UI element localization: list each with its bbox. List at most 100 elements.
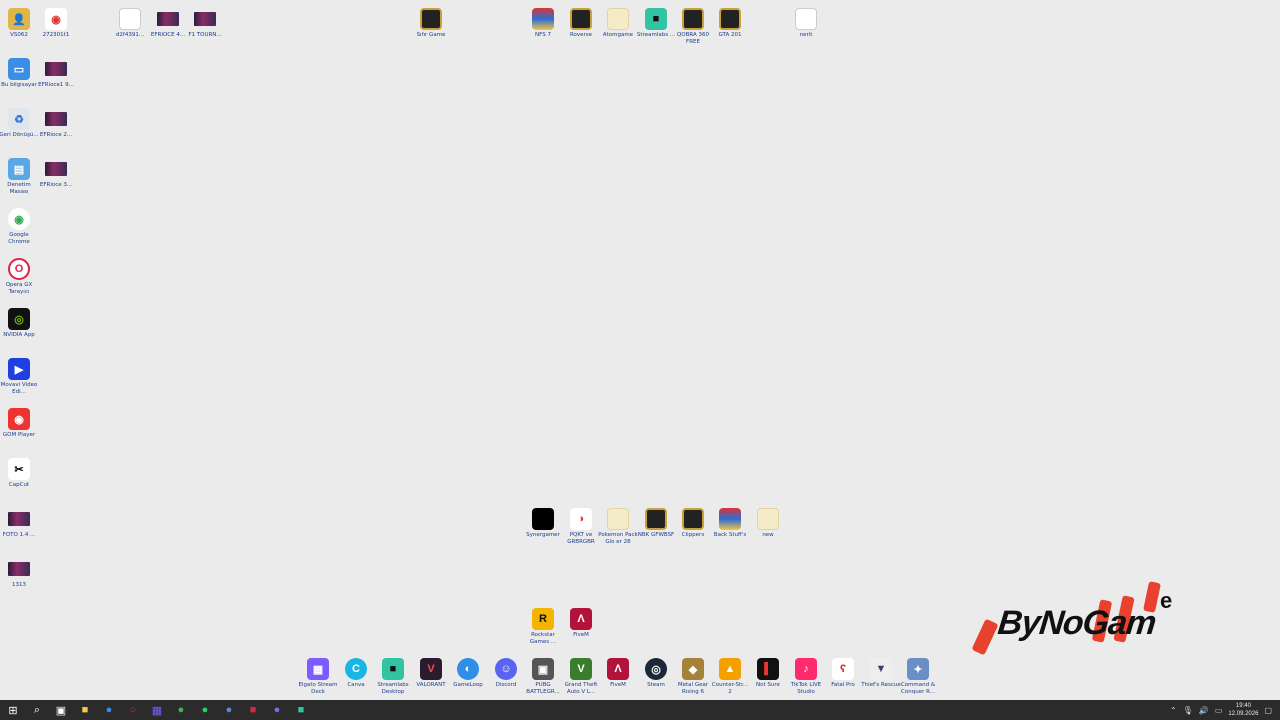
cs2-icon: ▲ (719, 658, 741, 680)
desktop-icon-chrome[interactable]: ◉ Google Chrome (0, 208, 38, 245)
desktop-icon-folder-dark[interactable]: Clippers (674, 508, 712, 539)
taskbar-chrome-button[interactable]: ● (170, 700, 192, 720)
desktop-icon-gom[interactable]: ◉ GOM Player (0, 408, 38, 439)
taskbar-taskview-button[interactable]: ▣ (50, 700, 72, 720)
desktop-icon-thumb[interactable]: EFRioce 3... (37, 158, 75, 189)
clock[interactable]: 19:40 12.09.2026 (1228, 702, 1258, 718)
taskbar-discord-button[interactable]: ● (266, 700, 288, 720)
desktop-icon-cs2[interactable]: ▲ Counter-Str... 2 (711, 658, 749, 695)
taskbar-start-button[interactable]: ⊞ (2, 700, 24, 720)
desktop-icon-folder-dark[interactable]: Sıfır Game (412, 8, 450, 39)
desktop-icon-mgr[interactable]: ◆ Metal Gear Rising 6 (674, 658, 712, 695)
destiny-icon: ▼ (870, 658, 892, 680)
taskbar-streamlabs-button[interactable]: ■ (290, 700, 312, 720)
desktop-icon-thumb[interactable]: EFRIOCE 4... (149, 8, 187, 39)
desktop-icon-destiny[interactable]: ▼ Thief's Rescue (861, 658, 901, 689)
desktop-icon-thumb[interactable]: EFRioce 2... (37, 108, 75, 139)
desktop-icon-recycle[interactable]: ♻ Geri Dönüşü... (0, 108, 39, 139)
desktop-icon-rockstar[interactable]: R Rockstar Games ... (524, 608, 562, 645)
doc-icon: ▬ (119, 8, 141, 30)
desktop-icon-thumb[interactable]: F1 TOURN... (186, 8, 224, 39)
microphone-icon[interactable]: 🎙 (1183, 706, 1193, 715)
network-icon[interactable]: ▭ (1215, 706, 1223, 715)
bynogame-logo: ByNoGam e (968, 581, 1188, 660)
desktop-icon-doc[interactable]: ▬ d2f4391... (111, 8, 149, 39)
desktop-icon-canva[interactable]: C Canva (337, 658, 375, 689)
taskbar-spotify-button[interactable]: ● (194, 700, 216, 720)
desktop-icon-label: Thief's Rescue (861, 682, 901, 688)
desktop-icon-pubg[interactable]: ▣ PUBG BATTLEGR... (524, 658, 562, 695)
desktop-icon-label: Streamlabs Desktop (377, 682, 409, 695)
desktop-icon-folder-pale[interactable]: Atomgame (599, 8, 637, 39)
desktop-icon-roblox[interactable]: ▌ Not Sure (749, 658, 787, 689)
desktop-icon-black[interactable]: Synergamer (524, 508, 562, 539)
desktop-icon-streamlabs[interactable]: ■ Streamlabs ... (637, 8, 675, 39)
black-icon (532, 508, 554, 530)
desktop-icon-folder-color[interactable]: Back Stuff's (711, 508, 749, 539)
desktop-icon-cnc[interactable]: ✦ Command & Conquer R... (899, 658, 937, 695)
desktop-icon-folder-dark[interactable]: NBK GFWBSF (637, 508, 675, 539)
desktop-icon-discord[interactable]: ☺ Discord (487, 658, 525, 689)
desktop-icon-fivem[interactable]: Λ FiveM (599, 658, 637, 689)
desktop-icon-folder-pale[interactable]: new (749, 508, 787, 539)
desktop-icon-chrome-file[interactable]: ◉ 272301t1 (37, 8, 75, 39)
desktop-icon-pc[interactable]: ▭ Bu bilgisayar (0, 58, 38, 89)
desktop-icon-label: FiveM (610, 682, 626, 688)
desktop-icon-thumb[interactable]: 1313 (0, 558, 38, 589)
taskbar-edge-button[interactable]: ● (98, 700, 120, 720)
desktop-icon-label: Back Stuff's (713, 532, 747, 538)
person-icon: 👤 (8, 8, 30, 30)
desktop-icon-label: Fatal Pro (831, 682, 855, 688)
desktop-icon-pokeball[interactable]: ◑ PQKT ve GRBRGBR (562, 508, 600, 545)
desktop-icon-label: Grand Theft Auto V L... (564, 682, 598, 695)
volume-icon[interactable]: 🔊 (1199, 706, 1209, 715)
spotify-icon: ● (201, 704, 209, 716)
desktop-icon-label: Geri Dönüşü... (0, 132, 39, 138)
chevron-up-icon[interactable]: ⌃ (1170, 706, 1177, 715)
capcut-icon: ✂ (8, 458, 30, 480)
desktop-icon-fivem[interactable]: Λ FiveM (562, 608, 600, 639)
desktop-icon-control[interactable]: ▤ Denetim Masası (0, 158, 38, 195)
folder-pale-icon (607, 508, 629, 530)
desktop-icon-capcut[interactable]: ✂ CapCut (0, 458, 38, 489)
taskbar-opera-button[interactable]: ○ (122, 700, 144, 720)
taskbar-explorer-button[interactable]: ■ (74, 700, 96, 720)
desktop-icon-folder-dark[interactable]: Roverse (562, 8, 600, 39)
desktop-icon-label: GameLoop (453, 682, 483, 688)
desktop-icon-person[interactable]: 👤 VS062 (0, 8, 38, 39)
desktop-icon-label: 272301t1 (42, 32, 70, 38)
taskbar-steam-button[interactable]: ● (218, 700, 240, 720)
desktop-icon-folder-color[interactable]: NFS 7 (524, 8, 562, 39)
desktop-icon-opera[interactable]: O Opera GX Tarayıcı (0, 258, 38, 295)
desktop-icon-valorant[interactable]: V VALORANT (412, 658, 450, 689)
desktop-icon-movavi[interactable]: ▶ Movavi Video Edi... (0, 358, 38, 395)
taskbar-search-button[interactable]: ⌕ (26, 700, 48, 720)
desktop-icon-label: NVIDIA App (3, 332, 35, 338)
notification-icon[interactable]: ▢ (1264, 706, 1272, 715)
desktop-icon-label: Atomgame (602, 32, 634, 38)
taskbar-streamdeck-button[interactable]: ▦ (146, 700, 168, 720)
desktop-icon-elgato[interactable]: ▦ Elgato Stream Deck (298, 658, 338, 695)
desktop-icon-folder-dark[interactable]: GTA 201 (711, 8, 749, 39)
desktop-icon-nvidia[interactable]: ◎ NVIDIA App (0, 308, 38, 339)
desktop-icon-fatal[interactable]: ʕ Fatal Pro (824, 658, 862, 689)
taskbar-app-red-button[interactable]: ■ (242, 700, 264, 720)
desktop-icon-folder-pale[interactable]: Pokemon Pack Glo er 28 (598, 508, 638, 545)
pubg-icon: ▣ (532, 658, 554, 680)
desktop-icon-doc[interactable]: ▬ nerit (787, 8, 825, 39)
desktop-icon-gtav[interactable]: V Grand Theft Auto V L... (562, 658, 600, 695)
canva-icon: C (345, 658, 367, 680)
desktop-icon-gameloop[interactable]: ◐ GameLoop (449, 658, 487, 689)
chrome-icon: ◉ (8, 208, 30, 230)
desktop-icon-thumb[interactable]: FOTO 1.4 ... (0, 508, 38, 539)
desktop-icon-label: Pokemon Pack Glo er 28 (598, 532, 638, 545)
desktop-icon-folder-dark[interactable]: QOBRA 360 FREE (674, 8, 712, 45)
desktop-icon-tiktok[interactable]: ♪ TikTok LIVE Studio (787, 658, 825, 695)
desktop-icon-label: PUBG BATTLEGR... (526, 682, 560, 695)
thumb-icon (8, 512, 30, 526)
desktop-icon-steam[interactable]: ◎ Steam (637, 658, 675, 689)
desktop-icon-label: EFRIOCE 4... (150, 32, 186, 38)
desktop-icon-label: NFS 7 (535, 32, 551, 38)
desktop-icon-streamlabs[interactable]: ■ Streamlabs Desktop (374, 658, 412, 695)
desktop-icon-thumb[interactable]: EFRioce1 9... (37, 58, 75, 89)
